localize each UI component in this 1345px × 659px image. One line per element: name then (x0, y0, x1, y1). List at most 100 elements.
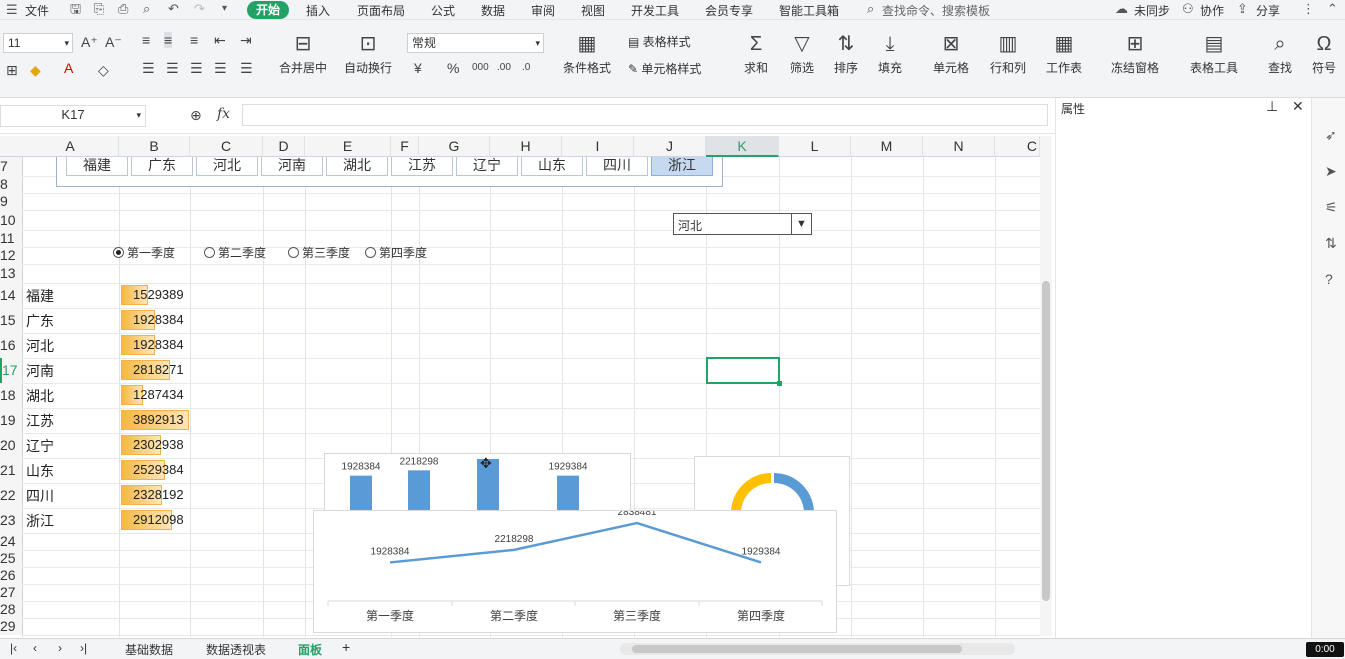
border-icon[interactable]: ⊞ (6, 62, 18, 78)
value-cell[interactable]: 2818271 (133, 362, 184, 377)
row-header[interactable]: 19 (0, 408, 22, 433)
tab-home[interactable]: 开始 (247, 1, 290, 19)
thousands-icon[interactable]: 000 (472, 60, 489, 76)
col-header-j[interactable]: J (634, 136, 706, 157)
row-header[interactable]: 22 (0, 483, 22, 508)
table-tools-button[interactable]: ▤ 表格工具 (1183, 33, 1245, 76)
row-header[interactable]: 23 (0, 508, 22, 533)
align-left-icon[interactable]: ☰ (142, 60, 155, 76)
collapse-ribbon-icon[interactable]: ⌃ (1327, 2, 1338, 16)
row-header[interactable]: 18 (0, 383, 22, 408)
col-header-o[interactable]: C (995, 136, 1040, 157)
radio-q2[interactable]: 第二季度 (204, 244, 266, 261)
col-header-f[interactable]: F (391, 136, 419, 157)
more-icon[interactable]: ▾ (222, 2, 227, 16)
col-header-b[interactable]: B (119, 136, 190, 157)
align-middle-icon[interactable]: ≡ (164, 32, 173, 48)
indent-increase-icon[interactable]: ⇥ (240, 32, 252, 48)
prev-sheet-icon[interactable]: ‹ (33, 641, 37, 655)
province-cell[interactable]: 福建 (26, 286, 54, 306)
last-sheet-icon[interactable]: ›| (80, 641, 87, 655)
sheet-tab-dashboard[interactable]: 面板 (298, 641, 322, 658)
find-button[interactable]: ⌕ 查找 (1262, 33, 1298, 76)
row-header[interactable]: 7 (0, 157, 22, 176)
tab-member[interactable]: 会员专享 (705, 2, 753, 19)
align-right-icon[interactable]: ☰ (190, 60, 203, 76)
remove-decimal-icon[interactable]: .0 (522, 60, 530, 76)
cell-button[interactable]: ⊠ 单元格 (927, 33, 975, 76)
freeze-pane-button[interactable]: ⊞ 冻结窗格 (1104, 33, 1166, 76)
align-center-icon[interactable]: ☰ (166, 60, 179, 76)
row-header[interactable]: 21 (0, 458, 22, 483)
decrease-font-icon[interactable]: A⁻ (105, 34, 122, 50)
row-header[interactable]: 15 (0, 308, 22, 333)
number-format-select[interactable]: 常规 ▾ (407, 33, 544, 53)
dropdown-arrow-icon[interactable]: ▼ (791, 214, 811, 234)
col-header-k[interactable]: K (706, 136, 779, 157)
province-cell[interactable]: 河南 (26, 361, 54, 381)
row-header[interactable]: 16 (0, 333, 22, 358)
slicer-item-zhejiang[interactable]: 浙江 (651, 157, 713, 176)
slicer-item-hebei[interactable]: 河北 (196, 157, 258, 176)
row-header[interactable]: 14 (0, 283, 22, 308)
col-header-h[interactable]: H (490, 136, 562, 157)
row-header[interactable]: 29 (0, 618, 22, 635)
distribute-icon[interactable]: ☰ (240, 60, 253, 76)
row-header[interactable]: 25 (0, 550, 22, 567)
col-header-m[interactable]: M (851, 136, 923, 157)
value-cell[interactable]: 1928384 (133, 337, 184, 352)
symbol-button[interactable]: Ω 符号 (1306, 33, 1342, 76)
vertical-scrollbar[interactable] (1040, 136, 1052, 636)
value-cell[interactable]: 2912098 (133, 512, 184, 527)
vertical-scroll-thumb[interactable] (1042, 281, 1050, 601)
value-cell[interactable]: 3892913 (133, 412, 184, 427)
wrap-text-button[interactable]: ⊡ 自动换行 (342, 33, 394, 76)
collab-button[interactable]: 协作 (1200, 2, 1224, 19)
zoom-icon[interactable]: ⊕ (190, 107, 202, 123)
next-sheet-icon[interactable]: › (58, 641, 62, 655)
name-box[interactable]: K17 ▾ (0, 105, 146, 127)
table-style-button[interactable]: ▤ 表格样式 (628, 33, 691, 50)
province-cell[interactable]: 辽宁 (26, 436, 54, 456)
tab-view[interactable]: 视图 (581, 2, 605, 19)
row-header[interactable]: 17 (0, 358, 22, 383)
cell-style-button[interactable]: ✎ 单元格样式 (628, 60, 701, 77)
panel-title[interactable]: 属性 (1061, 100, 1085, 117)
merge-center-button[interactable]: ⊟ 合并居中 (274, 33, 332, 76)
increase-font-icon[interactable]: A⁺ (81, 34, 98, 50)
horizontal-scroll-thumb[interactable] (632, 645, 962, 653)
province-cell[interactable]: 河北 (26, 336, 54, 356)
row-header[interactable]: 10 (0, 210, 22, 230)
province-cell[interactable]: 山东 (26, 461, 54, 481)
row-header[interactable]: 27 (0, 584, 22, 601)
rowcol-button[interactable]: ▥ 行和列 (984, 33, 1032, 76)
col-header-d[interactable]: D (263, 136, 305, 157)
more-vert-icon[interactable]: ⋮ (1302, 2, 1315, 16)
filter-button[interactable]: ▽ 筛选 (784, 33, 820, 76)
tab-developer[interactable]: 开发工具 (631, 2, 679, 19)
province-cell[interactable]: 四川 (26, 486, 54, 506)
pin-icon[interactable]: ⊥ (1266, 98, 1278, 115)
row-header[interactable]: 11 (0, 230, 22, 247)
value-cell[interactable]: 1529389 (133, 287, 184, 302)
tab-review[interactable]: 审阅 (531, 2, 555, 19)
province-dropdown[interactable]: 河北 ▼ (673, 213, 812, 235)
bar-chart[interactable]: 1928384221829828384811929384 (324, 453, 631, 513)
row-header[interactable]: 20 (0, 433, 22, 458)
share-button[interactable]: 分享 (1256, 2, 1280, 19)
tab-smart-tools[interactable]: 智能工具箱 (779, 2, 839, 19)
redo-icon[interactable]: ↷ (194, 2, 205, 16)
fx-icon[interactable]: fx (217, 106, 230, 122)
selected-cell-k17[interactable] (706, 357, 782, 386)
currency-icon[interactable]: ¥ (414, 60, 422, 76)
province-cell[interactable]: 广东 (26, 311, 54, 331)
slicer-item-liaoning[interactable]: 辽宁 (456, 157, 518, 176)
add-sheet-icon[interactable]: + (342, 639, 350, 655)
print-icon[interactable]: ⎙ (118, 2, 128, 16)
justify-icon[interactable]: ☰ (214, 60, 227, 76)
tab-formula[interactable]: 公式 (431, 2, 455, 19)
value-cell[interactable]: 2302938 (133, 437, 184, 452)
row-header[interactable]: 26 (0, 567, 22, 584)
preview-icon[interactable]: ⌕ (143, 2, 150, 16)
settings-slider-icon[interactable]: ⚟ (1325, 200, 1338, 214)
